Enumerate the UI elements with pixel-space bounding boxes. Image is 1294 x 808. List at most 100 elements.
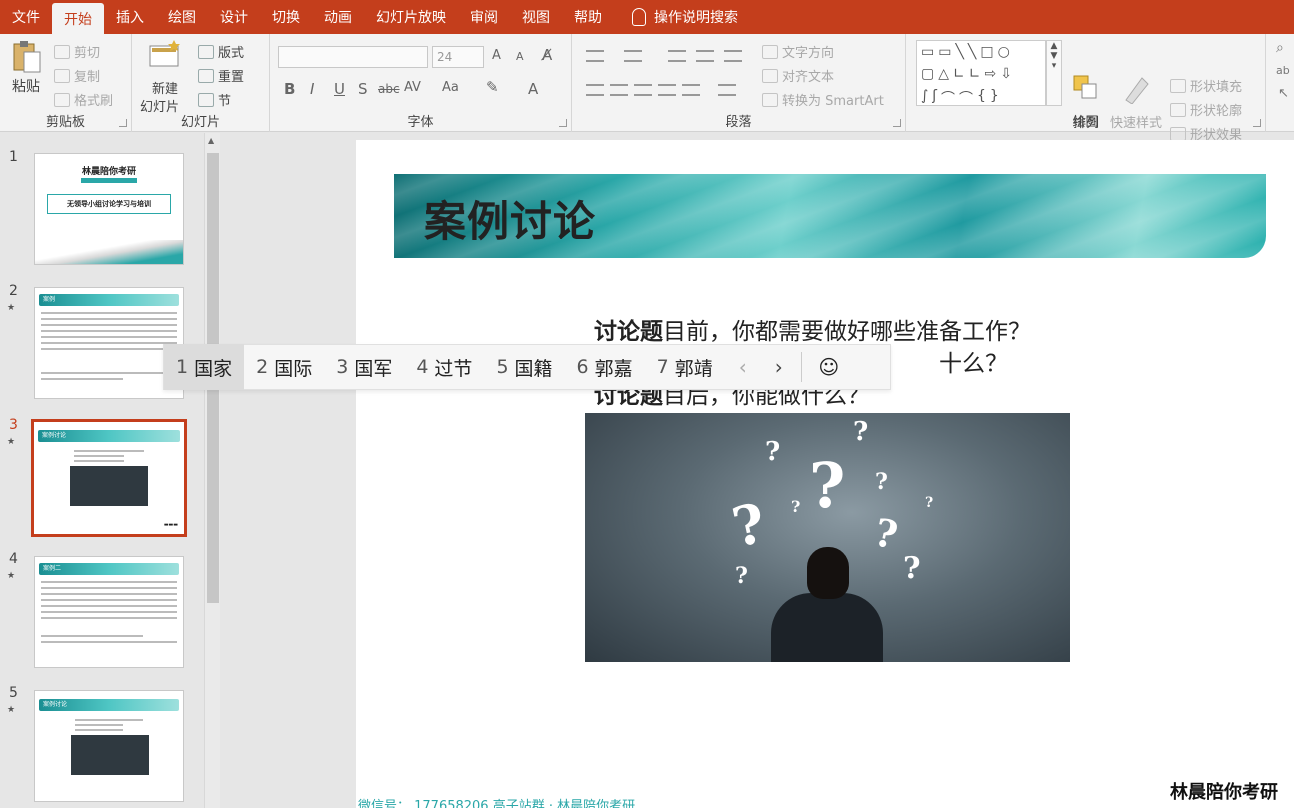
ime-candidate-6[interactable]: 6 郭嘉 [565,344,645,390]
shape-outline-button[interactable]: 形状轮廓 [1170,100,1242,119]
triangle-shape-icon[interactable]: △ [938,66,949,82]
font-launcher-icon[interactable] [559,119,567,127]
tab-help[interactable]: 帮助 [562,0,614,34]
justify-icon[interactable] [658,84,676,96]
tab-review[interactable]: 审阅 [458,0,510,34]
question-marks-photo[interactable]: ? ? ? ? ? ? ? ? ? ? [585,413,1070,662]
arc-shape-icon[interactable]: ⌒ [941,88,955,108]
format-painter-button[interactable]: 格式刷 [54,90,113,109]
align-left-icon[interactable] [586,84,604,96]
text-direction-button[interactable]: 文字方向 [762,42,834,61]
textbox-shape-icon[interactable]: ▭ [921,44,934,60]
oval-shape-icon[interactable]: ○ [998,44,1010,60]
roundrect-shape-icon[interactable]: ▢ [921,66,934,82]
shapes-gallery[interactable]: ▭ ▭ ╲ ╲ □ ○ ▢ △ ∟ ∟ ⇨ ⇩ ∫ ʃ ⌒ ⌒{} [916,40,1046,108]
reset-button[interactable]: 重置 [198,66,244,85]
decrease-indent-icon[interactable] [668,50,686,62]
paste-button[interactable]: 粘贴 [12,76,40,96]
arc2-shape-icon[interactable]: ⌒ [959,88,973,108]
copy-button[interactable]: 复制 [54,66,100,85]
line-shape-icon[interactable]: ╲ [955,44,963,60]
replace-icon[interactable]: ab [1276,64,1290,77]
numbering-icon[interactable] [624,50,642,62]
text-shadow-button[interactable]: S [358,80,368,98]
grow-font-button[interactable]: A [492,48,501,63]
drawing-launcher-icon[interactable] [1253,119,1261,127]
tab-slideshow[interactable]: 幻灯片放映 [364,0,458,34]
tab-design[interactable]: 设计 [208,0,260,34]
line-spacing-icon[interactable] [724,50,742,62]
find-icon[interactable]: ⌕ [1276,40,1284,56]
scroll-up-arrow-icon[interactable]: ▲ [208,136,214,145]
ime-prev-page-icon[interactable]: ‹ [725,355,761,379]
paragraph-launcher-icon[interactable] [893,119,901,127]
bullets-icon[interactable] [586,50,604,62]
cut-button[interactable]: 剪切 [54,42,100,61]
shrink-font-button[interactable]: A [516,50,524,63]
arrow-right-shape-icon[interactable]: ⇨ [984,66,996,82]
select-icon[interactable]: ↖ [1278,86,1289,101]
ime-next-page-icon[interactable]: › [761,355,797,379]
columns-icon[interactable] [718,84,736,96]
font-size-combo[interactable]: 24 [432,46,484,68]
tab-file[interactable]: 文件 [0,0,52,34]
tab-home[interactable]: 开始 [52,3,104,34]
discussion-question-1[interactable]: 讨论题目前，你都需要做好哪些准备工作？ [594,312,1031,346]
distributed-icon[interactable] [682,84,700,96]
ime-candidate-4[interactable]: 4 过节 [404,344,484,390]
increase-indent-icon[interactable] [696,50,714,62]
ime-emoji-icon[interactable]: ☺ [806,355,852,379]
align-right-icon[interactable] [634,84,652,96]
clipboard-launcher-icon[interactable] [119,119,127,127]
tab-animations[interactable]: 动画 [312,0,364,34]
thumbnail-scrollbar[interactable]: ▲ [204,133,220,808]
arrow-down-shape-icon[interactable]: ⇩ [1000,66,1012,82]
italic-button[interactable]: I [310,80,314,98]
layout-button[interactable]: 版式 [198,42,244,61]
highlight-icon[interactable]: ✎ [486,78,499,96]
ime-candidate-5[interactable]: 5 国籍 [484,344,564,390]
font-color-button[interactable]: A [528,80,538,98]
new-slide-label-1[interactable]: 新建 [152,78,178,97]
ime-candidate-3[interactable]: 3 国军 [324,344,404,390]
shapes-gallery-scroll[interactable]: ▲ ▼ ▾ [1046,40,1062,106]
slide-thumbnail-1[interactable]: 林晨陪你考研 无领导小组讨论学习与培训 [34,153,184,265]
strikethrough-button[interactable]: abc [378,82,400,96]
elbow2-shape-icon[interactable]: ∟ [969,66,981,82]
align-text-button[interactable]: 对齐文本 [762,66,834,85]
curve-shape-icon[interactable]: ∫ [921,88,928,108]
tell-me-search[interactable]: 操作说明搜索 [614,0,750,34]
clear-format-icon[interactable]: A̸ [542,46,552,64]
line2-shape-icon[interactable]: ╲ [968,44,976,60]
tab-insert[interactable]: 插入 [104,0,156,34]
elbow-shape-icon[interactable]: ∟ [953,66,965,82]
rect-shape-icon[interactable]: □ [980,44,993,60]
vtextbox-shape-icon[interactable]: ▭ [938,44,951,60]
slide-thumbnail-3[interactable]: 案例讨论 ▬▬▬ [31,419,187,537]
align-center-icon[interactable] [610,84,628,96]
slide-canvas[interactable]: 案例讨论 讨论题目前，你都需要做好哪些准备工作？ 讨论题目中，你觉得他们需要做什… [356,140,1294,808]
slide-thumbnail-4[interactable]: 案例二 [34,556,184,668]
bold-button[interactable]: B [284,80,295,98]
ime-candidate-7[interactable]: 7 郭靖 [645,344,725,390]
brace-right-shape-icon[interactable]: } [990,88,999,108]
quick-styles-button[interactable]: 快速样式 [1110,112,1162,131]
slide-thumbnail-2[interactable]: 案例 [34,287,184,399]
tab-draw[interactable]: 绘图 [156,0,208,34]
ime-candidate-1[interactable]: 1 国家 [164,344,245,390]
slide-thumbnail-5[interactable]: 案例讨论 [34,690,184,802]
section-button[interactable]: 节 [198,90,231,109]
change-case-button[interactable]: Aa [442,80,459,95]
shape-fill-button[interactable]: 形状填充 [1170,76,1242,95]
underline-button[interactable]: U [334,80,345,98]
brace-left-shape-icon[interactable]: { [977,88,986,108]
tab-view[interactable]: 视图 [510,0,562,34]
smartart-button[interactable]: 转换为 SmartArt [762,90,884,109]
font-name-combo[interactable] [278,46,428,68]
tab-transitions[interactable]: 切换 [260,0,312,34]
ime-candidate-2[interactable]: 2 国际 [244,344,324,390]
char-spacing-button[interactable]: AV [404,80,421,95]
freeform-shape-icon[interactable]: ʃ [932,88,937,108]
arrange-button[interactable]: 排列 [1073,112,1099,131]
slide-title[interactable]: 案例讨论 [424,188,596,249]
